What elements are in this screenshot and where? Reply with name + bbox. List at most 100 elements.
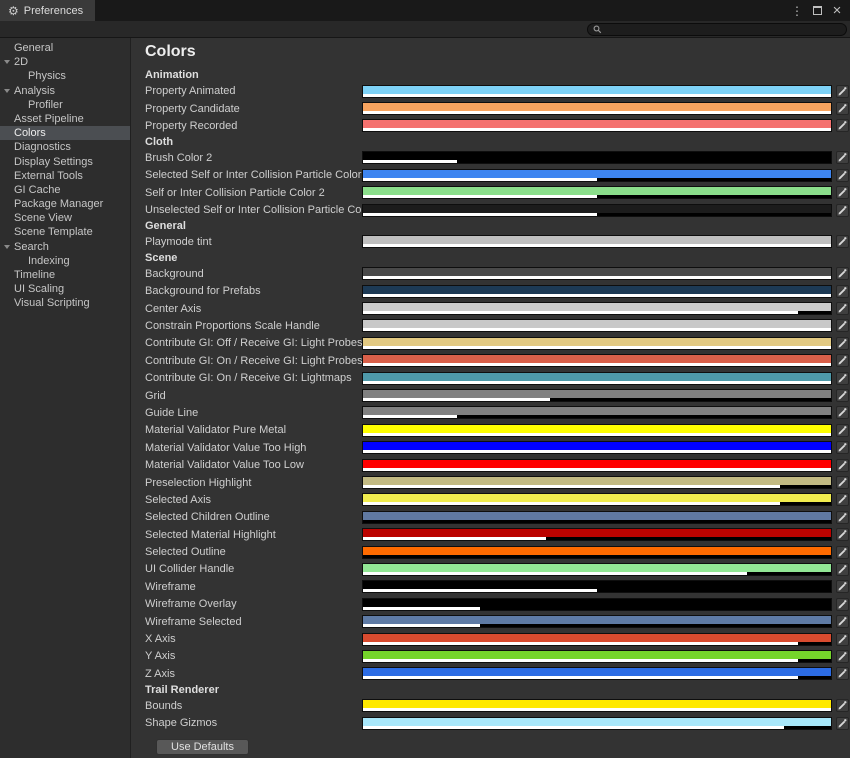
sidebar-item-label: Indexing [28,255,70,267]
search-input[interactable] [605,24,841,35]
eyedropper-icon [837,320,848,331]
sidebar-item-diagnostics[interactable]: Diagnostics [0,140,130,154]
search-box[interactable] [587,23,847,36]
sidebar-item-indexing[interactable]: Indexing [0,254,130,268]
eyedropper-button[interactable] [836,563,849,576]
color-row: Constrain Proportions Scale Handle [132,317,850,334]
eyedropper-button[interactable] [836,354,849,367]
eyedropper-button[interactable] [836,337,849,350]
color-swatch[interactable] [362,580,832,593]
eyedropper-button[interactable] [836,650,849,663]
use-defaults-button[interactable]: Use Defaults [156,739,249,755]
eyedropper-button[interactable] [836,186,849,199]
color-swatch[interactable] [362,633,832,646]
expander-triangle-icon[interactable] [4,89,10,93]
eyedropper-button[interactable] [836,169,849,182]
color-swatch[interactable] [362,204,832,217]
sidebar-item-external-tools[interactable]: External Tools [0,169,130,183]
color-swatch[interactable] [362,546,832,559]
eyedropper-button[interactable] [836,493,849,506]
sidebar-item-colors[interactable]: Colors [0,126,130,140]
eyedropper-button[interactable] [836,667,849,680]
color-swatch[interactable] [362,319,832,332]
color-swatch[interactable] [362,476,832,489]
sidebar-item-scene-template[interactable]: Scene Template [0,225,130,239]
eyedropper-button[interactable] [836,372,849,385]
color-swatch[interactable] [362,285,832,298]
expander-triangle-icon[interactable] [4,60,10,64]
eyedropper-button[interactable] [836,389,849,402]
sidebar-item-timeline[interactable]: Timeline [0,268,130,282]
color-swatch[interactable] [362,598,832,611]
color-swatch[interactable] [362,169,832,182]
eyedropper-button[interactable] [836,441,849,454]
sidebar-item-asset-pipeline[interactable]: Asset Pipeline [0,112,130,126]
eyedropper-button[interactable] [836,204,849,217]
eyedropper-button[interactable] [836,598,849,611]
eyedropper-button[interactable] [836,406,849,419]
color-swatch[interactable] [362,511,832,524]
sidebar-item-general[interactable]: General [0,41,130,55]
eyedropper-button[interactable] [836,119,849,132]
expander-triangle-icon[interactable] [4,245,10,249]
eyedropper-button[interactable] [836,699,849,712]
color-swatch[interactable] [362,441,832,454]
eyedropper-button[interactable] [836,580,849,593]
sidebar-item-analysis[interactable]: Analysis [0,84,130,98]
sidebar-item-profiler[interactable]: Profiler [0,98,130,112]
color-swatch[interactable] [362,528,832,541]
color-swatch[interactable] [362,699,832,712]
eyedropper-button[interactable] [836,102,849,115]
color-swatch[interactable] [362,667,832,680]
color-swatch[interactable] [362,119,832,132]
color-swatch[interactable] [362,717,832,730]
maximize-icon[interactable] [810,4,824,18]
sidebar-item-physics[interactable]: Physics [0,69,130,83]
color-swatch[interactable] [362,563,832,576]
sidebar-item-2d[interactable]: 2D [0,55,130,69]
eyedropper-button[interactable] [836,319,849,332]
color-swatch[interactable] [362,102,832,115]
eyedropper-button[interactable] [836,151,849,164]
color-swatch[interactable] [362,354,832,367]
window-menu-icon[interactable]: ⋮ [790,4,804,18]
color-swatch[interactable] [362,406,832,419]
eyedropper-button[interactable] [836,633,849,646]
eyedropper-button[interactable] [836,85,849,98]
sidebar-item-scene-view[interactable]: Scene View [0,211,130,225]
sidebar-item-display-settings[interactable]: Display Settings [0,155,130,169]
color-swatch[interactable] [362,302,832,315]
eyedropper-button[interactable] [836,285,849,298]
color-swatch[interactable] [362,650,832,663]
color-swatch[interactable] [362,615,832,628]
color-swatch[interactable] [362,186,832,199]
color-swatch[interactable] [362,151,832,164]
color-swatch[interactable] [362,389,832,402]
eyedropper-button[interactable] [836,528,849,541]
color-swatch[interactable] [362,493,832,506]
color-swatch[interactable] [362,459,832,472]
color-swatch[interactable] [362,372,832,385]
eyedropper-button[interactable] [836,476,849,489]
color-swatch[interactable] [362,235,832,248]
sidebar-item-package-manager[interactable]: Package Manager [0,197,130,211]
sidebar-item-gi-cache[interactable]: GI Cache [0,183,130,197]
color-swatch[interactable] [362,267,832,280]
color-swatch[interactable] [362,337,832,350]
sidebar-item-search[interactable]: Search [0,240,130,254]
eyedropper-button[interactable] [836,511,849,524]
sidebar-item-ui-scaling[interactable]: UI Scaling [0,282,130,296]
eyedropper-button[interactable] [836,459,849,472]
eyedropper-button[interactable] [836,546,849,559]
eyedropper-button[interactable] [836,717,849,730]
eyedropper-button[interactable] [836,615,849,628]
color-swatch[interactable] [362,424,832,437]
eyedropper-button[interactable] [836,235,849,248]
eyedropper-button[interactable] [836,267,849,280]
eyedropper-button[interactable] [836,424,849,437]
color-swatch[interactable] [362,85,832,98]
tab-preferences[interactable]: ⚙ Preferences [0,0,95,21]
close-icon[interactable]: × [830,4,844,18]
eyedropper-button[interactable] [836,302,849,315]
sidebar-item-visual-scripting[interactable]: Visual Scripting [0,296,130,310]
